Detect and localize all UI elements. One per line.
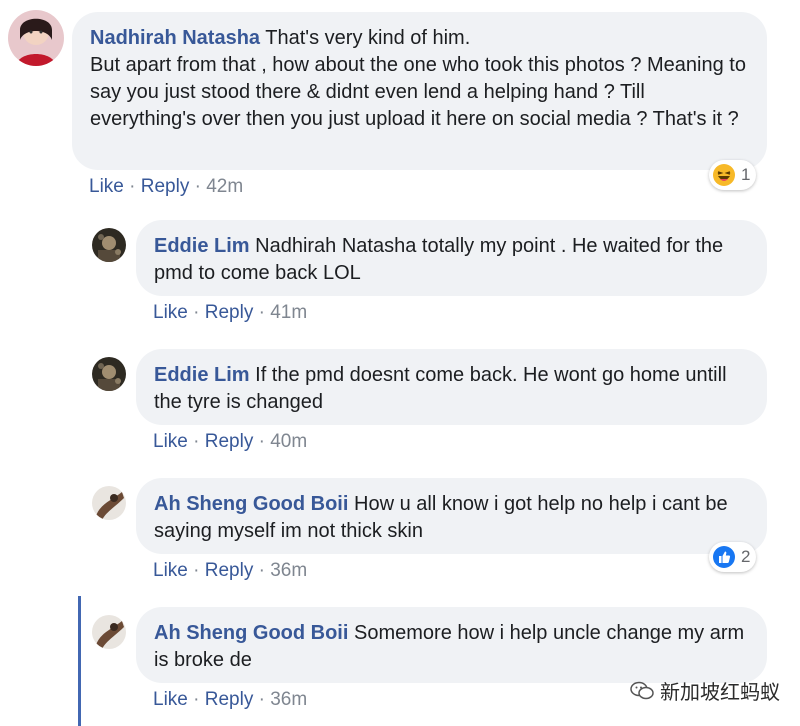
watermark-text: 新加坡红蚂蚁 [660,682,780,704]
like-link[interactable]: Like [153,431,188,452]
separator: · [194,176,201,197]
comment-timestamp[interactable]: 41m [270,302,307,323]
reaction-badge[interactable]: 1 [709,160,757,190]
separator: · [193,302,200,323]
reply-link[interactable]: Reply [205,302,254,323]
reply-link[interactable]: Reply [205,689,254,710]
comment-bubble: Eddie Lim Nadhirah Natasha totally my po… [136,220,767,296]
avatar[interactable] [8,10,64,66]
wechat-icon [630,681,654,699]
reaction-count: 1 [741,165,751,184]
separator: · [193,431,200,452]
comment-timestamp[interactable]: 42m [206,176,243,197]
comment-actions: Like · Reply · 40m [153,431,307,453]
comment-actions: Like · Reply · 36m [153,689,307,711]
separator: · [129,176,136,197]
like-link[interactable]: Like [153,302,188,323]
comment-bubble: Nadhirah Natasha That's very kind of him… [72,12,767,170]
separator: · [193,689,200,710]
comment-author[interactable]: Eddie Lim [154,235,250,257]
separator: · [193,560,200,581]
avatar[interactable] [92,357,126,391]
comment-timestamp[interactable]: 36m [270,560,307,581]
comment-bubble: Ah Sheng Good Boii Somemore how i help u… [136,607,767,683]
separator: · [258,302,265,323]
avatar[interactable] [92,228,126,262]
comment-actions: Like · Reply · 42m [89,176,243,198]
reaction-count: 2 [741,547,751,566]
thumbs-up-icon [713,546,735,568]
like-link[interactable]: Like [89,176,124,197]
like-link[interactable]: Like [153,689,188,710]
comment-timestamp[interactable]: 40m [270,431,307,452]
separator: · [258,689,265,710]
reaction-badge[interactable]: 2 [709,542,757,572]
comment-author[interactable]: Nadhirah Natasha [90,27,260,49]
avatar[interactable] [92,615,126,649]
reply-link[interactable]: Reply [141,176,190,197]
comment-author[interactable]: Ah Sheng Good Boii [154,493,348,515]
comment-author[interactable]: Eddie Lim [154,364,250,386]
like-link[interactable]: Like [153,560,188,581]
haha-emoji-icon [713,164,735,186]
comment-bubble: Eddie Lim If the pmd doesnt come back. H… [136,349,767,425]
watermark: 新加坡红蚂蚁 [630,676,780,705]
comment-bubble: Ah Sheng Good Boii How u all know i got … [136,478,767,554]
reply-link[interactable]: Reply [205,431,254,452]
comment-author[interactable]: Ah Sheng Good Boii [154,622,348,644]
reply-link[interactable]: Reply [205,560,254,581]
avatar[interactable] [92,486,126,520]
comment-timestamp[interactable]: 36m [270,689,307,710]
separator: · [258,431,265,452]
comment-actions: Like · Reply · 41m [153,302,307,324]
separator: · [258,560,265,581]
comment-actions: Like · Reply · 36m [153,560,307,582]
thread-highlight-line [78,596,81,726]
